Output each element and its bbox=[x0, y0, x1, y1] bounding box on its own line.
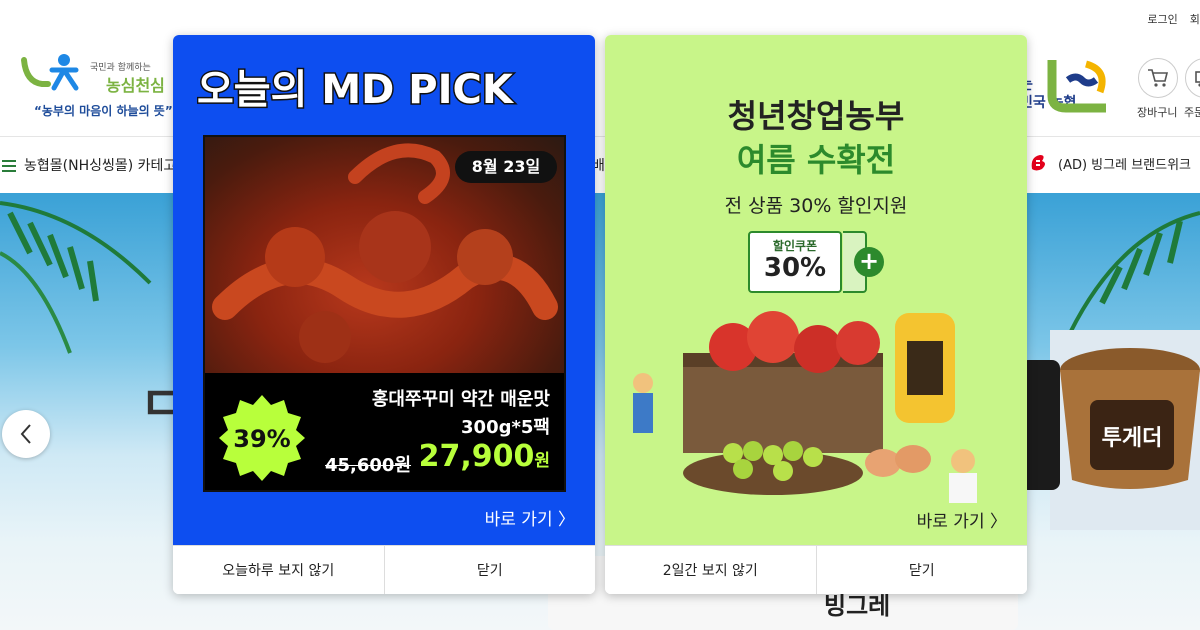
logo-slogan: “농부의 마음이 하늘의 뜻” bbox=[34, 104, 173, 118]
hide-today-button[interactable]: 오늘하루 보지 않기 bbox=[173, 546, 384, 594]
category-menu-label: 농협몰(NH싱씽몰) 카테고 bbox=[24, 158, 177, 174]
category-menu-button[interactable]: 농협몰(NH싱씽몰) 카테고 bbox=[2, 155, 176, 175]
summer-title-line1: 청년창업농부 bbox=[727, 97, 905, 135]
date-badge: 8월 23일 bbox=[455, 151, 557, 183]
ad-brand-week-link[interactable]: (AD) 빙그레 브랜드위크 bbox=[1028, 153, 1191, 173]
hamburger-icon bbox=[2, 159, 16, 172]
popup-md-pick: 오늘의 MD PICK 8월 23일 39% 홍대쭈꾸미 약간 매운맛 300g… bbox=[173, 35, 595, 594]
summer-go-link[interactable]: 바로 가기 〉 bbox=[917, 507, 1007, 532]
ad-brand-week-label: (AD) 빙그레 브랜드위크 bbox=[1058, 157, 1191, 173]
popup-footer: 2일간 보지 않기 닫기 bbox=[605, 545, 1027, 594]
cart-label: 장바구니 bbox=[1137, 106, 1178, 119]
site-logo[interactable]: 국민과 함께하는 농심천심 “농부의 마음이 하늘의 뜻” bbox=[20, 48, 180, 122]
popup-footer: 오늘하루 보지 않기 닫기 bbox=[173, 545, 595, 594]
md-pick-title: 오늘의 MD PICK bbox=[197, 66, 516, 114]
coupon-value: 30% bbox=[763, 253, 827, 283]
popup-summer-harvest: 청년창업농부 여름 수확전 전 상품 30% 할인지원 할인쿠폰 30% + 바… bbox=[605, 35, 1027, 594]
summer-harvest-banner[interactable]: 청년창업농부 여름 수확전 전 상품 30% 할인지원 할인쿠폰 30% + 바… bbox=[605, 35, 1027, 545]
product-size: 300g*5팩 bbox=[461, 417, 550, 438]
md-pick-title-text: 오늘의 MD PICK bbox=[197, 67, 515, 113]
plus-icon: + bbox=[854, 247, 884, 277]
nongshim-logo-icon bbox=[21, 54, 79, 91]
page: 로그인 회원 국민과 함께하는 농심천심 “농부의 마음이 하늘의 뜻” 는 민… bbox=[0, 0, 1200, 630]
md-pick-go-link[interactable]: 바로 가기 〉 bbox=[485, 505, 575, 530]
binggrae-logo-icon bbox=[1031, 155, 1045, 171]
chevron-left-icon bbox=[20, 424, 31, 444]
cart-icon[interactable] bbox=[1138, 58, 1178, 98]
hide-two-days-button[interactable]: 2일간 보지 않기 bbox=[605, 546, 816, 594]
product-name: 홍대쭈꾸미 약간 매운맛 bbox=[371, 389, 550, 410]
nh-logo-icon[interactable] bbox=[1046, 56, 1112, 118]
original-price: 45,600원 bbox=[325, 455, 412, 476]
sale-price-unit: 원 bbox=[534, 451, 550, 471]
signup-link[interactable]: 회원 bbox=[1190, 11, 1200, 27]
delivery-icon[interactable] bbox=[1185, 58, 1200, 98]
ice-cream-product-image: 투게더 bbox=[1020, 330, 1200, 550]
harvest-produce-image bbox=[633, 311, 977, 503]
sale-price-value: 27,900 bbox=[418, 439, 535, 474]
md-pick-banner[interactable]: 오늘의 MD PICK 8월 23일 39% 홍대쭈꾸미 약간 매운맛 300g… bbox=[173, 35, 595, 545]
banner-prev-button[interactable] bbox=[2, 410, 50, 458]
product-photo-frame: 8월 23일 39% 홍대쭈꾸미 약간 매운맛 300g*5팩 45,600원 … bbox=[203, 135, 566, 492]
summer-subtitle: 전 상품 30% 할인지원 bbox=[724, 195, 908, 217]
close-button[interactable]: 닫기 bbox=[383, 546, 595, 594]
close-button[interactable]: 닫기 bbox=[815, 546, 1027, 594]
palm-leaves-icon bbox=[0, 201, 152, 354]
sale-price: 27,900원 bbox=[419, 439, 550, 474]
svg-text:투게더: 투게더 bbox=[1102, 426, 1163, 451]
summer-title-line2: 여름 수확전 bbox=[736, 141, 896, 179]
order-label: 주문 bbox=[1184, 106, 1200, 119]
discount-badge: 39% bbox=[219, 395, 305, 481]
logo-name: 농심천심 bbox=[106, 76, 165, 95]
top-links: 로그인 회원 bbox=[1147, 11, 1200, 27]
coupon-label: 할인쿠폰 bbox=[772, 239, 818, 253]
discount-coupon: 할인쿠폰 30% bbox=[748, 231, 842, 293]
discount-text: 39% bbox=[233, 425, 290, 453]
login-link[interactable]: 로그인 bbox=[1147, 11, 1177, 27]
